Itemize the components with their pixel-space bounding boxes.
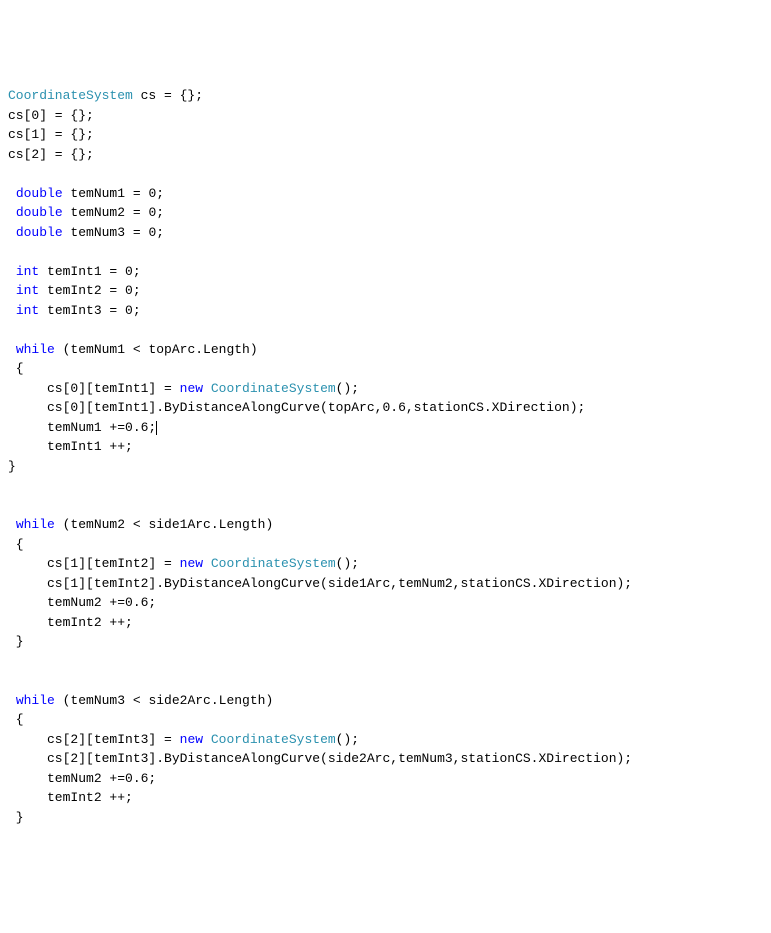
code-text: ();	[336, 732, 359, 747]
brace: }	[8, 810, 24, 825]
code-line: int temInt1 = 0;	[16, 264, 141, 279]
code-line: cs[0] = {};	[8, 108, 94, 123]
keyword: int	[16, 303, 39, 318]
code-line: cs[1][temInt2] = new CoordinateSystem();	[8, 556, 359, 571]
code-line: temInt2 ++;	[8, 615, 133, 630]
code-text: cs[2][temInt3] =	[8, 732, 180, 747]
type-name: CoordinateSystem	[8, 88, 133, 103]
code-text: cs = {};	[133, 88, 203, 103]
code-line: cs[0][temInt1] = new CoordinateSystem();	[8, 381, 359, 396]
code-text: temNum1 = 0;	[63, 186, 164, 201]
keyword: double	[16, 186, 63, 201]
code-line: cs[2][temInt3].ByDistanceAlongCurve(side…	[8, 751, 632, 766]
code-line: cs[2] = {};	[8, 147, 94, 162]
code-text: (temNum3 < side2Arc.Length)	[55, 693, 273, 708]
keyword: new	[180, 381, 203, 396]
code-line: temNum1 +=0.6;	[8, 420, 157, 435]
brace: {	[8, 537, 24, 552]
code-text: temInt2 = 0;	[39, 283, 140, 298]
code-line: int temInt2 = 0;	[16, 283, 141, 298]
keyword: double	[16, 225, 63, 240]
code-line: double temNum1 = 0;	[16, 186, 164, 201]
code-line: cs[1] = {};	[8, 127, 94, 142]
code-text: temNum2 = 0;	[63, 205, 164, 220]
code-line: while (temNum1 < topArc.Length)	[16, 342, 258, 357]
code-text: (temNum1 < topArc.Length)	[55, 342, 258, 357]
code-line: temNum2 +=0.6;	[8, 771, 156, 786]
code-text: cs[0][temInt1] =	[8, 381, 180, 396]
code-text: (temNum2 < side1Arc.Length)	[55, 517, 273, 532]
type-name: CoordinateSystem	[203, 732, 336, 747]
brace: }	[8, 459, 16, 474]
code-text: ();	[336, 381, 359, 396]
code-line: cs[1][temInt2].ByDistanceAlongCurve(side…	[8, 576, 632, 591]
code-text: temInt3 = 0;	[39, 303, 140, 318]
type-name: CoordinateSystem	[203, 556, 336, 571]
code-line: CoordinateSystem cs = {};	[8, 88, 203, 103]
code-line: int temInt3 = 0;	[16, 303, 141, 318]
keyword: new	[180, 732, 203, 747]
code-line: temInt1 ++;	[8, 439, 133, 454]
code-text: cs[1][temInt2] =	[8, 556, 180, 571]
code-text: temNum3 = 0;	[63, 225, 164, 240]
keyword: int	[16, 264, 39, 279]
code-line: while (temNum3 < side2Arc.Length)	[16, 693, 273, 708]
code-line: cs[2][temInt3] = new CoordinateSystem();	[8, 732, 359, 747]
code-line: temInt2 ++;	[8, 790, 133, 805]
code-text: temInt1 = 0;	[39, 264, 140, 279]
keyword: double	[16, 205, 63, 220]
code-line: while (temNum2 < side1Arc.Length)	[16, 517, 273, 532]
keyword: int	[16, 283, 39, 298]
code-text: ();	[336, 556, 359, 571]
type-name: CoordinateSystem	[203, 381, 336, 396]
brace: }	[8, 634, 24, 649]
brace: {	[8, 361, 24, 376]
keyword: while	[16, 517, 55, 532]
code-line: double temNum2 = 0;	[16, 205, 164, 220]
code-block: CoordinateSystem cs = {}; cs[0] = {}; cs…	[8, 86, 763, 827]
code-text: temNum1 +=0.6;	[8, 420, 156, 435]
code-line: double temNum3 = 0;	[16, 225, 164, 240]
text-cursor	[156, 421, 157, 435]
keyword: new	[180, 556, 203, 571]
brace: {	[8, 712, 24, 727]
keyword: while	[16, 693, 55, 708]
code-line: cs[0][temInt1].ByDistanceAlongCurve(topA…	[8, 400, 585, 415]
keyword: while	[16, 342, 55, 357]
code-line: temNum2 +=0.6;	[8, 595, 156, 610]
